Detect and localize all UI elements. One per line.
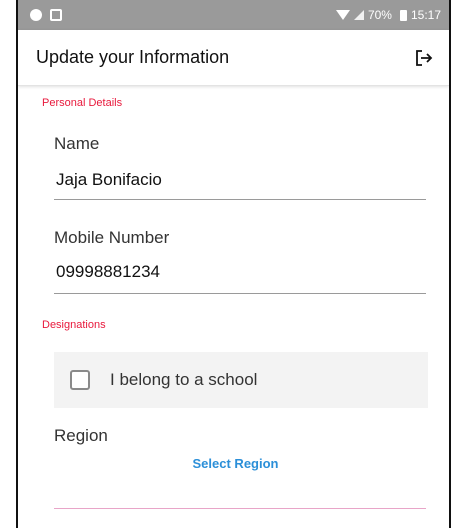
app-bar: Update your Information bbox=[18, 30, 449, 86]
battery-percent: 70% bbox=[367, 8, 392, 22]
page-title: Update your Information bbox=[36, 47, 230, 67]
status-bar: 70% 15:17 bbox=[18, 0, 449, 30]
school-checkbox[interactable] bbox=[70, 370, 90, 390]
region-underline bbox=[54, 508, 426, 509]
region-label: Region bbox=[54, 426, 108, 445]
status-left bbox=[30, 9, 62, 21]
mobile-number-label: Mobile Number bbox=[54, 228, 170, 247]
school-checkbox-row[interactable]: I belong to a school bbox=[54, 352, 428, 408]
mobile-number-field[interactable]: 09998881234 bbox=[56, 262, 160, 282]
personal-details-section-label: Personal Details bbox=[42, 97, 123, 109]
name-label: Name bbox=[54, 134, 100, 153]
signal-icon bbox=[353, 10, 364, 20]
notification-dot-icon bbox=[30, 9, 42, 21]
school-checkbox-label: I belong to a school bbox=[110, 370, 258, 389]
logout-button[interactable] bbox=[413, 47, 435, 69]
name-field-underline bbox=[54, 199, 426, 200]
wifi-icon bbox=[335, 10, 350, 20]
status-time: 15:17 bbox=[410, 8, 441, 22]
image-notification-icon bbox=[50, 9, 62, 21]
status-right: 70% 15:17 bbox=[335, 8, 441, 22]
mobile-number-underline bbox=[54, 293, 426, 294]
battery-icon bbox=[399, 9, 407, 21]
logout-icon bbox=[416, 49, 433, 66]
name-field[interactable]: Jaja Bonifacio bbox=[56, 170, 162, 190]
select-region-button[interactable]: Select Region bbox=[18, 456, 449, 471]
designations-section-label: Designations bbox=[42, 319, 106, 331]
phone-screen: 70% 15:17 Update your Information Person… bbox=[16, 0, 451, 528]
